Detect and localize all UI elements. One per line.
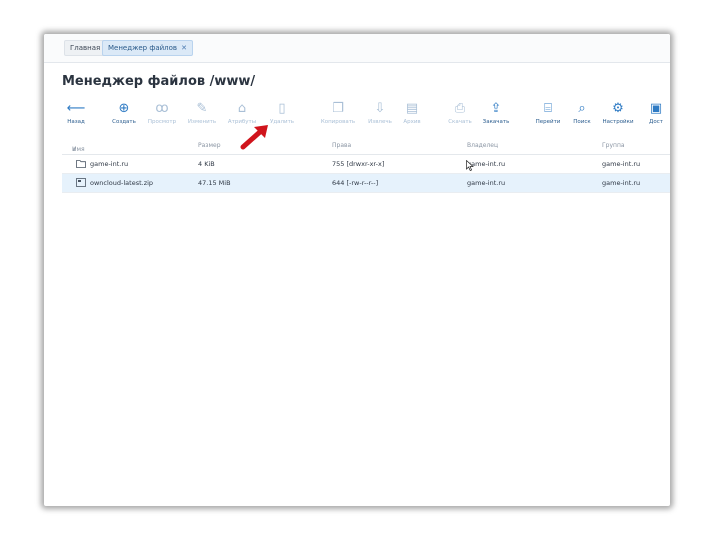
table-row[interactable]: owncloud-latest.zip 47.15 MiB 644 [-rw-r… [62,174,670,193]
annotation-arrow-icon [240,125,268,150]
file-manager-window: Главная Менеджер файлов ✕ Менеджер файлов… [44,34,670,506]
mouse-cursor-icon [466,160,474,171]
tab-bar: Главная Менеджер файлов ✕ [44,34,670,63]
lock-icon: ▣ [649,101,663,116]
glasses-icon: ꝏ [155,101,169,116]
trash-icon: ▯ [278,101,286,116]
upload-icon: ⇪ [490,101,502,116]
tab-file-manager[interactable]: Менеджер файлов ✕ [102,40,193,56]
column-owner[interactable]: Владелец [467,142,498,149]
close-icon[interactable]: ✕ [181,44,187,52]
tab-home[interactable]: Главная [64,40,107,56]
back-button[interactable]: ⟵ Назад [56,100,96,126]
view-button[interactable]: ꝏ Просмотр [142,100,182,126]
archive-file-icon [76,178,86,187]
arrow-left-icon: ⟵ [66,101,86,116]
download-button[interactable]: ⎙ Скачать [440,100,480,126]
search-icon: ⌕ [578,101,586,116]
archive-icon: ▤ [405,101,419,116]
gear-icon: ⚙ [612,101,624,116]
sort-icon: ∨ [72,146,77,153]
search-button[interactable]: ⌕ Поиск [562,100,602,126]
table-row[interactable]: game-int.ru 4 KiB 755 [drwxr-xr-x] game-… [62,155,670,174]
download-icon: ⎙ [454,101,466,116]
column-perms[interactable]: Права [332,142,351,149]
settings-button[interactable]: ⚙ Настройки [598,100,638,126]
pencil-icon: ✎ [196,101,208,116]
toolbar: ⟵ Назад ⊕ Создать ꝏ Просмотр ✎ Изменить … [44,100,670,130]
file-table: Имя ∨ Размер Права Владелец Группа game-… [62,138,670,193]
folder-icon [76,160,86,168]
create-button[interactable]: ⊕ Создать [104,100,144,126]
column-size[interactable]: Размер [198,142,221,149]
access-button[interactable]: ▣ Дост [636,100,670,126]
edit-button[interactable]: ✎ Изменить [182,100,222,126]
copy-icon: ❐ [332,101,344,116]
upload-button[interactable]: ⇪ Закачать [476,100,516,126]
plus-circle-icon: ⊕ [118,101,130,116]
table-header: Имя ∨ Размер Права Владелец Группа [62,138,670,155]
archive-button[interactable]: ▤ Архив [392,100,432,126]
column-group[interactable]: Группа [602,142,625,149]
tag-icon: ⌂ [237,101,247,116]
copy-button[interactable]: ❐ Копировать [318,100,358,126]
page-title: Менеджер файлов /www/ [62,74,256,89]
